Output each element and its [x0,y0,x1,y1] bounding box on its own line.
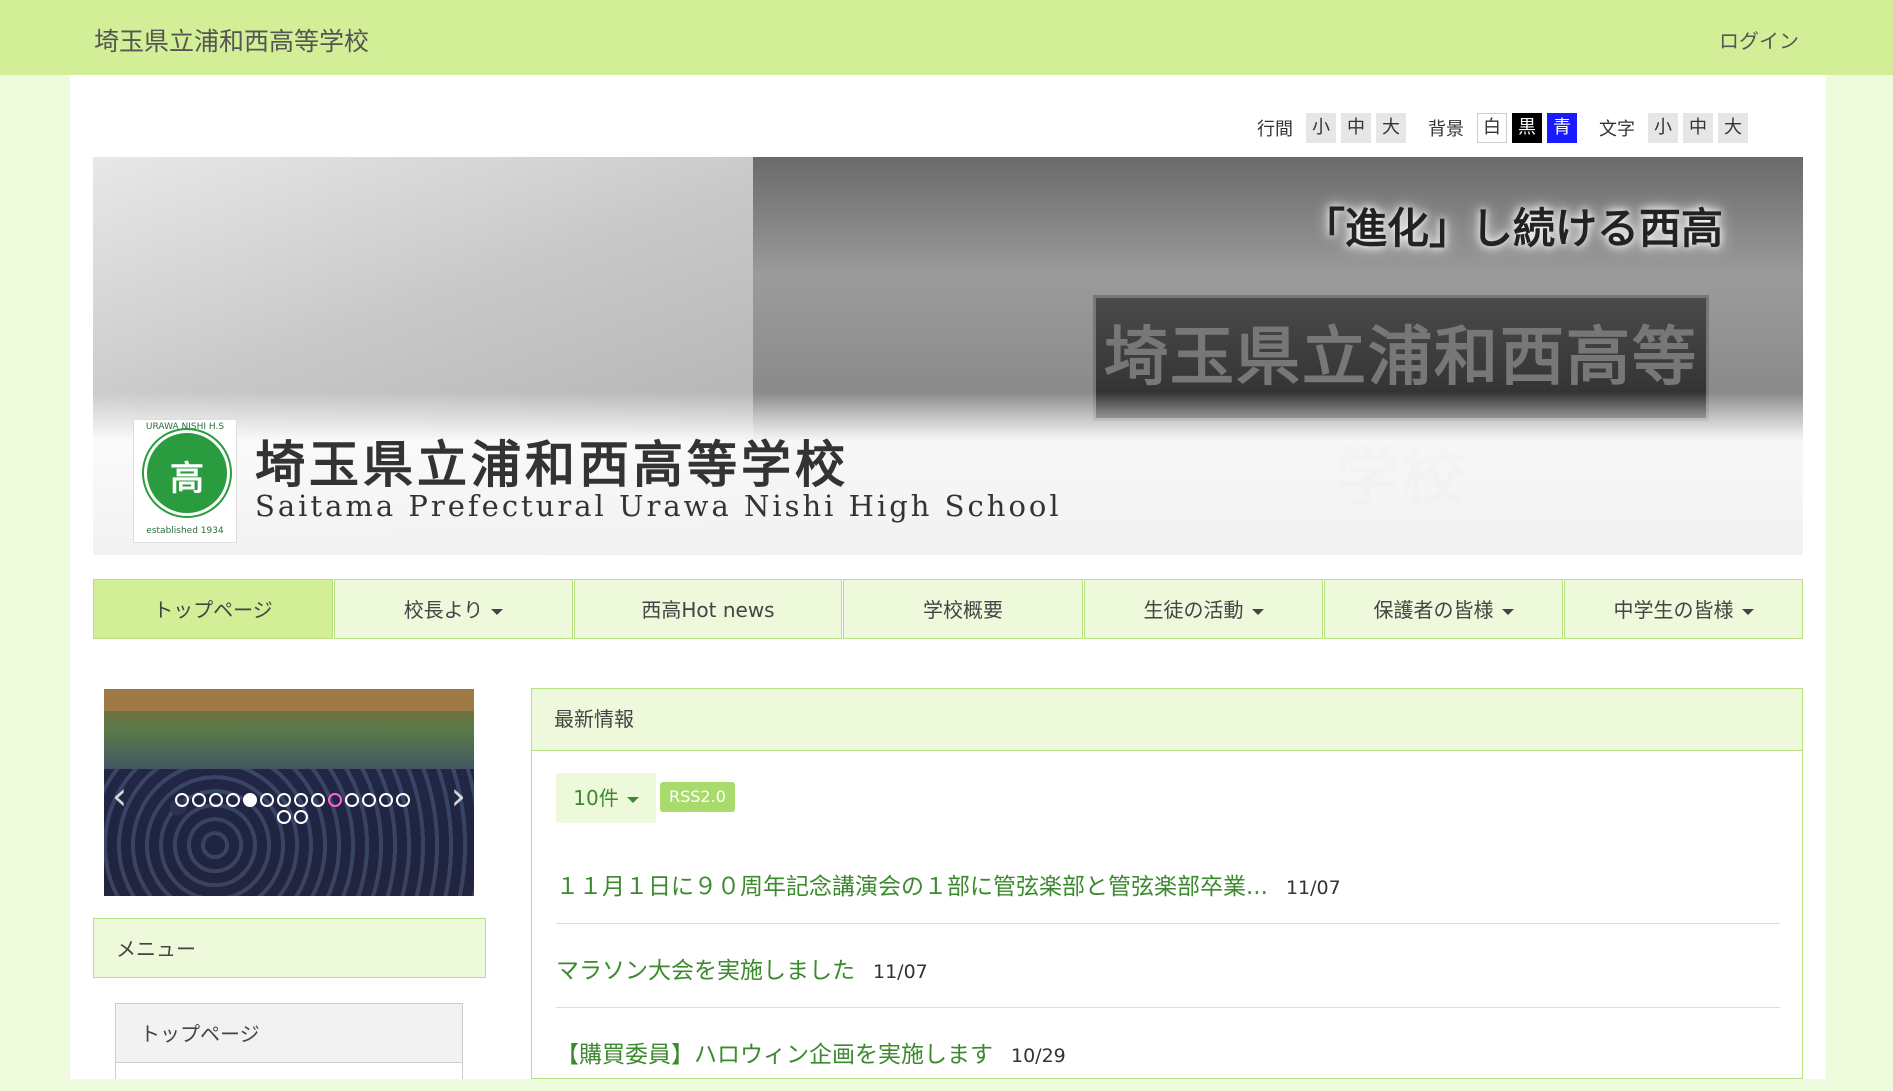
slider-indicators [172,793,412,824]
slider-dot[interactable] [174,793,189,807]
slider-dot[interactable] [378,793,393,807]
slider-dot[interactable] [276,810,291,824]
chevron-right-icon[interactable]: › [451,774,466,818]
caret-down-icon [491,608,504,615]
slider-dot[interactable] [327,793,342,807]
news-item-link[interactable]: マラソン大会を実施しました 11/07 [556,951,928,985]
slider-photo-crowd [104,769,474,896]
line-spacing-small-button[interactable]: 小 [1306,113,1336,143]
news-item-title[interactable]: マラソン大会を実施しました [556,958,855,984]
nav-item-junior-high[interactable]: 中学生の皆様 [1564,579,1803,639]
slider-dot[interactable] [208,793,223,807]
nav-item-principal[interactable]: 校長より [334,579,573,639]
background-blue-button[interactable]: 青 [1547,113,1577,143]
text-size-large-button[interactable]: 大 [1718,113,1748,143]
nav-item-parents[interactable]: 保護者の皆様 [1324,579,1563,639]
emblem-ring: 高 [144,430,230,516]
slider-dot[interactable] [276,793,291,807]
nav-label: 学校概要 [923,598,1003,622]
nav-label: 保護者の皆様 [1373,598,1494,622]
news-item-link[interactable]: １１月１日に９０周年記念講演会の１部に管弦楽部と管弦楽部卒業... 11/07 [556,867,1341,901]
nav-item-hot-news[interactable]: 西高Hot news [574,579,842,639]
slider-dot[interactable] [361,793,376,807]
slider-dot[interactable] [310,793,325,807]
slider-dot[interactable] [259,793,274,807]
nav-item-top-page[interactable]: トップページ [93,579,333,639]
menu-heading: メニュー [93,918,486,978]
slider-dot[interactable] [293,810,308,824]
school-name-jp: 埼玉県立浦和西高等学校 [255,435,849,494]
news-item: 【購買委員】ハロウィン企画を実施します 10/29 [556,1007,1780,1091]
banner-slogan: 「進化」し続ける西高 [1303,204,1724,253]
nav-label: 西高Hot news [641,598,775,622]
news-item-link[interactable]: 【購買委員】ハロウィン企画を実施します 10/29 [556,1035,1066,1069]
slider-dot[interactable] [242,793,257,807]
news-item: マラソン大会を実施しました 11/07 [556,923,1780,1008]
background-black-button[interactable]: 黒 [1512,113,1542,143]
accessibility-bar: 行間 小 中 大 背景 白 黒 青 文字 小 中 大 [1257,113,1748,143]
photo-slider[interactable]: ‹ › [104,689,474,896]
news-heading: 最新情報 [532,689,1802,751]
nav-label: トップページ [153,598,273,622]
caret-down-icon [1741,608,1754,615]
top-navbar: 埼玉県立浦和西高等学校 ログイン [0,0,1893,75]
slider-dot[interactable] [293,793,308,807]
line-spacing-medium-button[interactable]: 中 [1341,113,1371,143]
site-title[interactable]: 埼玉県立浦和西高等学校 [94,22,369,58]
emblem-established: established 1934 [146,526,224,536]
school-name-en: Saitama Prefectural Urawa Nishi High Sch… [255,489,1062,523]
caret-down-icon [1501,608,1514,615]
line-spacing-label: 行間 [1257,119,1293,140]
nav-label: 中学生の皆様 [1613,598,1734,622]
slider-photo-roof [104,689,474,711]
login-link[interactable]: ログイン [1719,25,1799,54]
menu-item-top-page[interactable]: トップページ [115,1003,463,1063]
news-item-date: 10/29 [1011,1045,1066,1067]
school-emblem: URAWA NISHI H.S 高 established 1934 [133,419,237,543]
slider-dot[interactable] [344,793,359,807]
news-item-title[interactable]: １１月１日に９０周年記念講演会の１部に管弦楽部と管弦楽部卒業... [556,874,1268,900]
news-count-label: 10件 [573,786,619,810]
main-nav: トップページ 校長より 西高Hot news 学校概要 生徒の活動 保護者の皆様… [93,579,1803,641]
slider-dot[interactable] [225,793,240,807]
header-banner: 埼玉県立浦和西高等学校 「進化」し続ける西高 URAWA NISHI H.S 高… [93,157,1803,555]
text-size-label: 文字 [1599,119,1635,140]
nav-item-student-activities[interactable]: 生徒の活動 [1084,579,1323,639]
background-white-button[interactable]: 白 [1477,113,1507,143]
nav-label: 校長より [403,598,484,622]
news-item-title[interactable]: 【購買委員】ハロウィン企画を実施します [556,1042,993,1068]
caret-down-icon [1251,608,1264,615]
news-item: １１月１日に９０周年記念講演会の１部に管弦楽部と管弦楽部卒業... 11/07 [556,839,1780,924]
text-size-medium-button[interactable]: 中 [1683,113,1713,143]
menu-item-next[interactable] [115,1062,463,1079]
line-spacing-large-button[interactable]: 大 [1376,113,1406,143]
news-item-date: 11/07 [873,961,928,983]
nav-label: 生徒の活動 [1143,598,1244,622]
rss-button[interactable]: RSS2.0 [660,782,735,812]
latest-news-panel: 最新情報 10件 RSS2.0 １１月１日に９０周年記念講演会の１部に管弦楽部と… [531,688,1803,1079]
background-label: 背景 [1428,119,1464,140]
slider-dot[interactable] [191,793,206,807]
news-count-dropdown[interactable]: 10件 [556,773,656,823]
caret-down-icon [626,796,639,803]
news-item-date: 11/07 [1285,877,1341,899]
emblem-mark: 高 [170,459,204,499]
slider-dot[interactable] [395,793,410,807]
nav-item-school-overview[interactable]: 学校概要 [843,579,1083,639]
chevron-left-icon[interactable]: ‹ [112,774,127,818]
text-size-small-button[interactable]: 小 [1648,113,1678,143]
